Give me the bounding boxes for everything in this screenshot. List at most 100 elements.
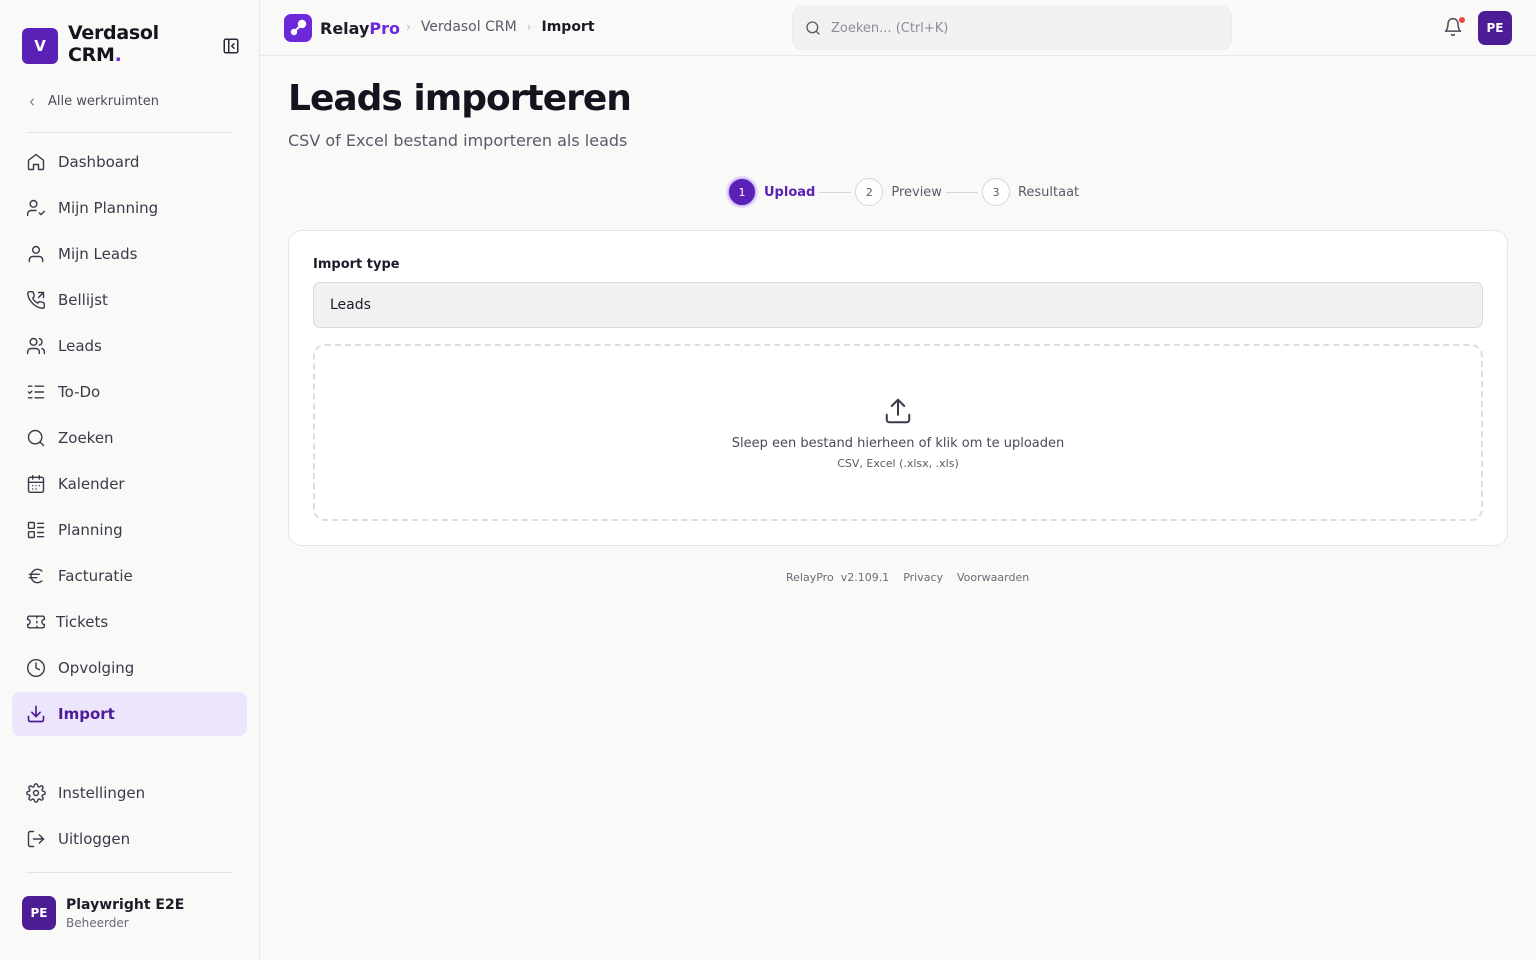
sidebar-item-label: Import xyxy=(58,705,115,723)
workspace-name-dot: . xyxy=(114,44,122,66)
euro-icon xyxy=(28,568,43,584)
search-input[interactable] xyxy=(831,20,1211,36)
sidebar-item-label: Opvolging xyxy=(58,659,135,677)
footer-app-name: RelayPro xyxy=(786,571,834,584)
top-bar: RelayPro › Verdasol CRM › Import PE xyxy=(260,0,1536,56)
chevron-left-icon xyxy=(30,98,34,105)
import-card: Import type Leads Sleep een bestand hier… xyxy=(288,230,1508,546)
sidebar-item-import[interactable]: Import xyxy=(12,692,247,736)
footer-privacy-link[interactable]: Privacy xyxy=(903,571,943,584)
sidebar-item-label: Mijn Planning xyxy=(58,199,159,217)
import-type-value: Leads xyxy=(330,297,371,313)
footer-terms-link[interactable]: Voorwaarden xyxy=(957,571,1029,584)
sidebar-item-instellingen[interactable]: Instellingen xyxy=(12,771,247,815)
notification-dot xyxy=(1459,17,1465,23)
breadcrumb-separator-icon: › xyxy=(526,20,532,34)
sidebar-item-zoeken[interactable]: Zoeken xyxy=(12,416,247,460)
dropzone-hint: CSV, Excel (.xlsx, .xls) xyxy=(837,456,959,470)
sidebar-item-uitloggen[interactable]: Uitloggen xyxy=(12,817,247,861)
sidebar-divider xyxy=(26,872,233,873)
page-title: Leads importeren xyxy=(288,78,632,119)
sidebar-item-label: Kalender xyxy=(58,475,125,493)
sidebar-divider xyxy=(26,132,233,133)
ticket-icon xyxy=(26,615,46,629)
sidebar-item-tickets[interactable]: Tickets xyxy=(12,600,247,644)
step-upload: 1 Upload xyxy=(728,178,815,206)
sidebar-nav: Dashboard Mijn Planning Mijn Leads Belli… xyxy=(12,140,247,738)
layout-list-icon xyxy=(27,521,45,539)
user-name: Playwright E2E xyxy=(66,896,185,913)
user-icon xyxy=(28,245,44,263)
notifications-button[interactable] xyxy=(1443,16,1465,40)
brand-name: RelayPro xyxy=(320,19,400,38)
dropzone-text: Sleep een bestand hierheen of klik om te… xyxy=(731,435,1065,451)
page-subtitle: CSV of Excel bestand importeren als lead… xyxy=(288,131,628,150)
workspace-logo[interactable]: V xyxy=(22,28,58,64)
sidebar-item-mijn-planning[interactable]: Mijn Planning xyxy=(12,186,247,230)
sidebar-item-dashboard[interactable]: Dashboard xyxy=(12,140,247,184)
page-footer: RelayPro v2.109.1 Privacy Voorwaarden xyxy=(786,571,1029,584)
breadcrumb-item-workspace[interactable]: Verdasol CRM xyxy=(421,19,517,35)
user-avatar-button[interactable]: PE xyxy=(1478,11,1512,45)
sidebar-item-bellijst[interactable]: Bellijst xyxy=(12,278,247,322)
step-number: 3 xyxy=(981,178,1010,206)
all-workspaces-link[interactable]: Alle werkruimten xyxy=(26,94,159,109)
global-search[interactable] xyxy=(792,6,1232,50)
search-icon xyxy=(27,429,45,447)
sidebar-item-mijn-leads[interactable]: Mijn Leads xyxy=(12,232,247,276)
sidebar-item-to-do[interactable]: To-Do xyxy=(12,370,247,414)
phone-icon xyxy=(27,290,46,309)
sidebar-item-planning[interactable]: Planning xyxy=(12,508,247,552)
step-number: 1 xyxy=(728,178,756,206)
user-role: Beheerder xyxy=(66,915,129,930)
step-number: 2 xyxy=(855,178,884,206)
workspace-name-line2: CRM xyxy=(68,44,115,66)
step-connector xyxy=(819,191,852,193)
sidebar-item-label: To-Do xyxy=(58,383,101,401)
brand-logo-link[interactable]: RelayPro xyxy=(284,14,400,42)
workspace-name: Verdasol CRM. xyxy=(68,22,159,66)
workspace-initial: V xyxy=(34,37,46,55)
user-check-icon xyxy=(26,199,46,217)
sidebar-item-label: Uitloggen xyxy=(58,830,131,848)
relaypro-logo-icon xyxy=(284,14,312,42)
avatar: PE xyxy=(22,896,56,930)
sidebar-item-facturatie[interactable]: Facturatie xyxy=(12,554,247,598)
import-type-select[interactable]: Leads xyxy=(313,282,1483,328)
import-type-label: Import type xyxy=(313,257,400,272)
gear-icon xyxy=(26,783,46,803)
step-preview: 2 Preview xyxy=(855,178,942,206)
clock-icon xyxy=(26,658,46,678)
sidebar-item-opvolging[interactable]: Opvolging xyxy=(12,646,247,690)
download-icon xyxy=(27,705,45,723)
list-checks-icon xyxy=(27,385,45,399)
calendar-icon xyxy=(27,474,45,494)
step-label: Resultaat xyxy=(1017,184,1080,200)
file-dropzone[interactable]: Sleep een bestand hierheen of klik om te… xyxy=(313,344,1483,521)
step-connector xyxy=(945,191,978,193)
sidebar-item-leads[interactable]: Leads xyxy=(12,324,247,368)
breadcrumb: › Verdasol CRM › Import xyxy=(406,19,595,35)
sidebar-item-label: Mijn Leads xyxy=(58,245,138,263)
breadcrumb-item-current: Import xyxy=(541,19,595,35)
sidebar-item-label: Leads xyxy=(58,337,102,355)
collapse-sidebar-button[interactable] xyxy=(221,37,241,55)
sidebar-bottom-nav: Instellingen Uitloggen xyxy=(12,771,247,863)
breadcrumb-separator-icon: › xyxy=(406,20,411,34)
brand-name-accent: Pro xyxy=(369,18,400,38)
users-icon xyxy=(26,337,46,355)
sidebar-item-label: Tickets xyxy=(56,613,109,631)
user-profile-card[interactable]: PE Playwright E2E Beheerder xyxy=(22,896,184,930)
footer-version: v2.109.1 xyxy=(840,571,890,584)
sidebar-item-label: Planning xyxy=(58,521,123,539)
sidebar-item-label: Instellingen xyxy=(58,784,146,802)
sidebar-item-label: Bellijst xyxy=(58,291,108,309)
logout-icon xyxy=(27,830,45,848)
all-workspaces-label: Alle werkruimten xyxy=(48,94,159,109)
sidebar-item-kalender[interactable]: Kalender xyxy=(12,462,247,506)
panel-left-icon xyxy=(223,38,239,54)
home-icon xyxy=(27,153,45,171)
step-label: Upload xyxy=(764,184,816,200)
step-label: Preview xyxy=(891,184,942,200)
sidebar: V Verdasol CRM. Alle werkruimten Dashboa… xyxy=(0,0,260,960)
